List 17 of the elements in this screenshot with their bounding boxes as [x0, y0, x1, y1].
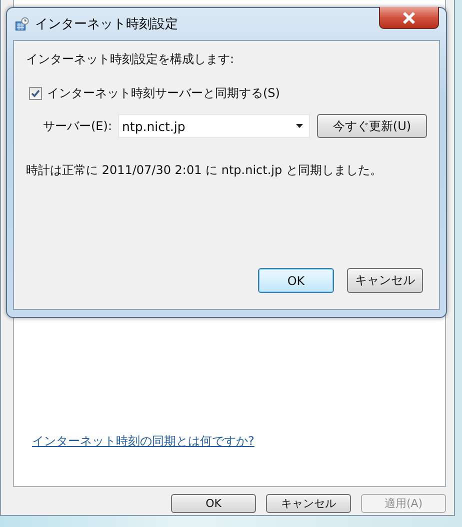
- intro-text: インターネット時刻設定を構成します:: [26, 51, 236, 68]
- help-link[interactable]: インターネット時刻の同期とは何ですか?: [32, 433, 254, 450]
- sync-checkbox[interactable]: [29, 87, 42, 100]
- clock-calendar-icon: [15, 17, 29, 31]
- server-label: サーバー(E):: [43, 118, 113, 134]
- update-now-button[interactable]: 今すぐ更新(U): [317, 114, 427, 138]
- cancel-button[interactable]: キャンセル: [266, 494, 351, 513]
- close-icon: [401, 10, 417, 24]
- checkbox-label: インターネット時刻サーバーと同期する(S): [47, 85, 280, 102]
- cancel-button[interactable]: キャンセル: [347, 268, 423, 293]
- ok-button[interactable]: OK: [171, 494, 256, 513]
- close-button[interactable]: [379, 7, 439, 29]
- ok-button[interactable]: OK: [258, 268, 334, 293]
- dropdown-caret-icon: [296, 124, 303, 128]
- server-combobox[interactable]: ntp.nict.jp: [118, 114, 310, 138]
- status-text: 時計は正常に 2011/07/30 2:01 に ntp.nict.jp と同期しました。: [26, 162, 383, 179]
- window-title: インターネット時刻設定: [35, 16, 178, 33]
